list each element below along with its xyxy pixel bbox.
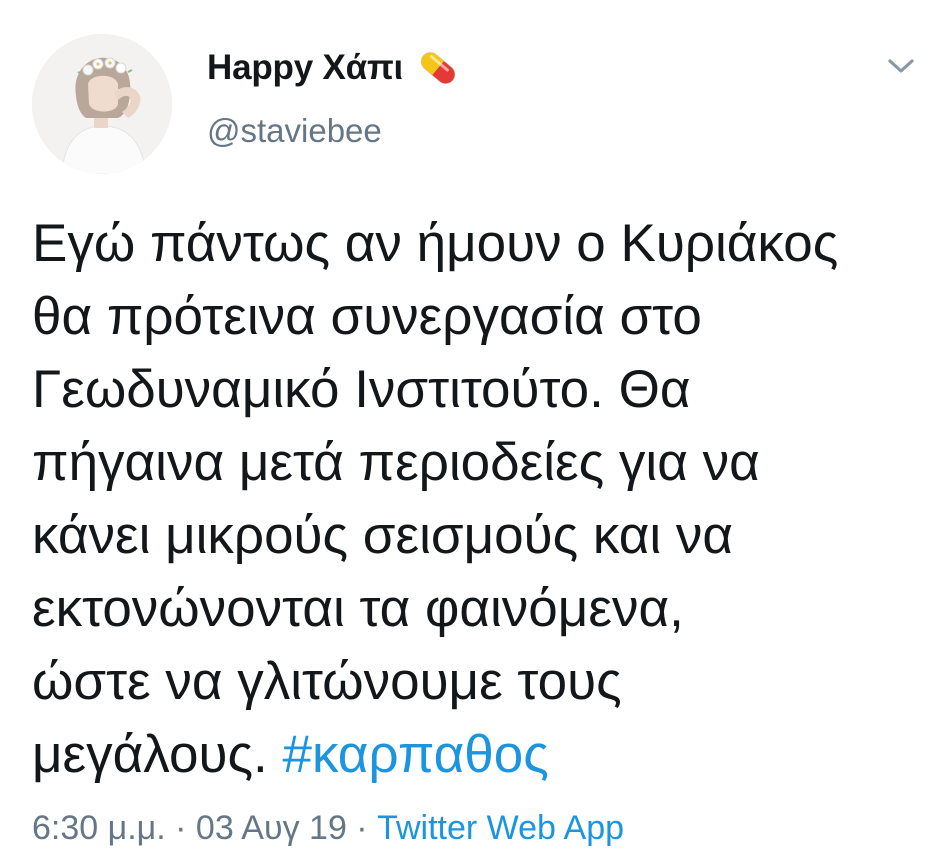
tweet-source-link[interactable]: Twitter Web App — [377, 809, 624, 847]
user-handle[interactable]: @staviebee — [207, 112, 382, 150]
tweet-card: Happy Χάπι @staviebee Εγώ πάντως αν ήμου… — [0, 0, 945, 861]
tweet-text-line: Εγώ πάντως αν ήμουν ο Κυριάκος — [32, 214, 839, 273]
tweet-date[interactable]: 03 Αυγ 19 — [196, 809, 347, 847]
tweet-meta: 6:30 μ.μ. · 03 Αυγ 19 · Twitter Web App — [32, 806, 624, 850]
tweet-text-line: θα πρότεινα συνεργασία στο — [32, 287, 702, 346]
display-name-row[interactable]: Happy Χάπι — [207, 44, 461, 92]
tweet-text-fragment: μεγάλους. — [32, 725, 268, 784]
display-name[interactable]: Happy Χάπι — [207, 48, 403, 88]
tweet-text-line: ώστε να γλιτώνουμε τους — [32, 652, 622, 711]
tweet-text-line: πήγαινα μετά περιοδείες για να — [32, 433, 760, 492]
meta-separator: · — [346, 809, 378, 847]
tweet-text-line: κάνει μικρούς σεισμούς και να — [32, 506, 734, 565]
tweet-text-line: εκτονώνονται τα φαινόμενα, — [32, 579, 684, 638]
avatar[interactable] — [32, 34, 172, 174]
meta-separator: · — [165, 809, 196, 847]
tweet-time[interactable]: 6:30 μ.μ. — [32, 809, 166, 847]
hashtag-link[interactable]: #καρπαθος — [282, 725, 548, 784]
tweet-text: Εγώ πάντως αν ήμουν ο Κυριάκος θα πρότει… — [32, 207, 927, 791]
tweet-text-line: Γεωδυναμικό Ινστιτούτο. Θα — [32, 360, 691, 419]
chevron-down-icon[interactable] — [884, 52, 918, 80]
tweet-text-last-line: μεγάλους. #καρπαθος — [32, 718, 927, 791]
pill-icon — [415, 45, 461, 91]
